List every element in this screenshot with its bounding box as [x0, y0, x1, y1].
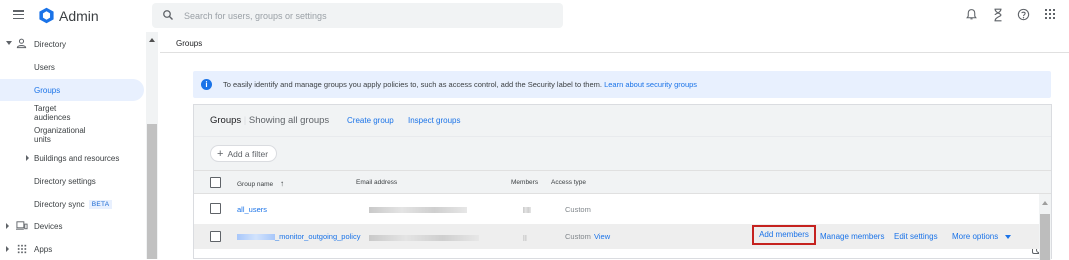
column-header-access-type[interactable]: Access type — [551, 179, 586, 186]
sort-arrow-up-icon[interactable]: ↑ — [280, 179, 284, 188]
plus-icon: + — [217, 147, 224, 160]
scroll-up-arrow-icon[interactable] — [1042, 201, 1048, 205]
learn-security-groups-link[interactable]: Learn about security groups — [604, 80, 697, 89]
help-icon[interactable] — [1017, 8, 1030, 21]
group-name-link-wrap[interactable]: _monitor_outgoing_policy — [237, 232, 360, 241]
redacted-group-prefix — [237, 234, 275, 241]
header-divider — [160, 52, 1069, 53]
group-name-link[interactable]: all_users — [237, 205, 267, 214]
apps-grid-icon[interactable] — [1044, 8, 1056, 20]
scroll-up-arrow-icon[interactable] — [149, 38, 155, 42]
apps-grid-icon — [17, 244, 27, 254]
scrollbar-thumb[interactable] — [1040, 214, 1050, 260]
add-filter-label: Add a filter — [227, 148, 269, 159]
sidebar-item-label: Directory settings — [34, 176, 96, 186]
sidebar-item-label: Target audiences — [34, 104, 71, 122]
more-options-button[interactable]: More options — [952, 232, 1012, 241]
title-separator: | — [243, 115, 247, 126]
search-bar[interactable] — [152, 3, 563, 28]
column-header-email[interactable]: Email address — [356, 179, 397, 186]
sidebar-item-label: Groups — [34, 85, 61, 95]
scrollbar-thumb[interactable] — [147, 124, 157, 259]
banner-text-wrap: To easily identify and manage groups you… — [223, 80, 697, 89]
chevron-right-icon[interactable] — [26, 155, 29, 161]
view-access-link[interactable]: View — [594, 232, 610, 241]
sidebar-scrollbar[interactable] — [146, 32, 158, 259]
redacted-members-count — [523, 235, 527, 241]
chevron-right-icon — [6, 246, 9, 252]
column-label: Group name — [237, 181, 274, 188]
row-checkbox[interactable] — [210, 231, 221, 242]
sidebar-item-label: Directory — [34, 39, 67, 49]
access-type-value: Custom — [565, 232, 591, 241]
group-name-link[interactable]: _monitor_outgoing_policy — [275, 232, 360, 241]
add-members-button[interactable]: Add members — [752, 225, 816, 245]
chevron-right-icon — [6, 223, 9, 229]
top-bar: Admin — [0, 0, 1069, 32]
select-all-checkbox[interactable] — [210, 177, 221, 188]
inspect-groups-button[interactable]: Inspect groups — [408, 116, 460, 125]
hourglass-tasks-icon[interactable] — [992, 8, 1004, 22]
groups-subtitle: Showing all groups — [248, 115, 330, 126]
search-input[interactable] — [184, 7, 544, 24]
table-row[interactable]: _monitor_outgoing_policy Custom View Add… — [194, 224, 1051, 249]
groups-card-header: Groups | Showing all groups Create group… — [194, 105, 1051, 136]
edit-settings-button[interactable]: Edit settings — [894, 232, 938, 241]
person-icon — [16, 38, 27, 49]
sidebar-item-label: Buildings and resources — [34, 153, 120, 163]
groups-card-title: Groups | Showing all groups — [210, 115, 329, 126]
redacted-members-count — [523, 207, 531, 213]
notifications-bell-icon[interactable] — [965, 8, 978, 21]
admin-logo-icon[interactable] — [38, 7, 55, 24]
sidebar-item-label-wrap: Directory sync BETA — [34, 199, 113, 209]
table-header: Group name ↑ Email address Members Acces… — [194, 170, 1051, 254]
redacted-email — [369, 207, 467, 213]
info-icon: i — [201, 79, 212, 90]
dropdown-caret-icon — [1005, 234, 1012, 239]
column-header-members[interactable]: Members — [511, 179, 538, 186]
sidebar-item-label: Apps — [34, 244, 53, 254]
access-type-value: Custom — [565, 205, 591, 214]
add-filter-button[interactable]: + Add a filter — [210, 145, 278, 162]
filter-row: + Add a filter — [194, 136, 1051, 170]
redacted-email — [369, 235, 479, 241]
table-scrollbar[interactable] — [1039, 194, 1051, 260]
devices-icon — [16, 221, 28, 230]
sidebar-item-label: Organizational units — [34, 126, 86, 144]
groups-title: Groups — [210, 115, 242, 126]
row-checkbox[interactable] — [210, 203, 221, 214]
groups-card: Groups | Showing all groups Create group… — [193, 104, 1052, 260]
security-info-banner: i To easily identify and manage groups y… — [193, 71, 1051, 98]
sidebar-item-groups[interactable]: Groups — [0, 79, 144, 101]
manage-members-button[interactable]: Manage members — [820, 232, 884, 241]
create-group-button[interactable]: Create group — [347, 116, 394, 125]
column-header-group-name[interactable]: Group name ↑ — [237, 179, 284, 188]
sidebar-nav: Directory Users Groups Target audiences … — [0, 32, 158, 259]
app-title[interactable]: Admin — [59, 8, 99, 24]
beta-badge: BETA — [88, 199, 113, 209]
sidebar-item-label: Directory sync — [34, 199, 85, 209]
breadcrumb: Groups — [176, 39, 203, 48]
search-icon[interactable] — [162, 9, 174, 21]
table-row[interactable]: all_users Custom — [194, 197, 1051, 222]
banner-text: To easily identify and manage groups you… — [223, 80, 602, 89]
sidebar-item-label: Devices — [34, 221, 63, 231]
menu-icon[interactable] — [13, 10, 24, 20]
chevron-down-icon — [6, 41, 12, 45]
sidebar-item-label: Users — [34, 62, 55, 72]
more-options-label: More options — [952, 232, 999, 241]
